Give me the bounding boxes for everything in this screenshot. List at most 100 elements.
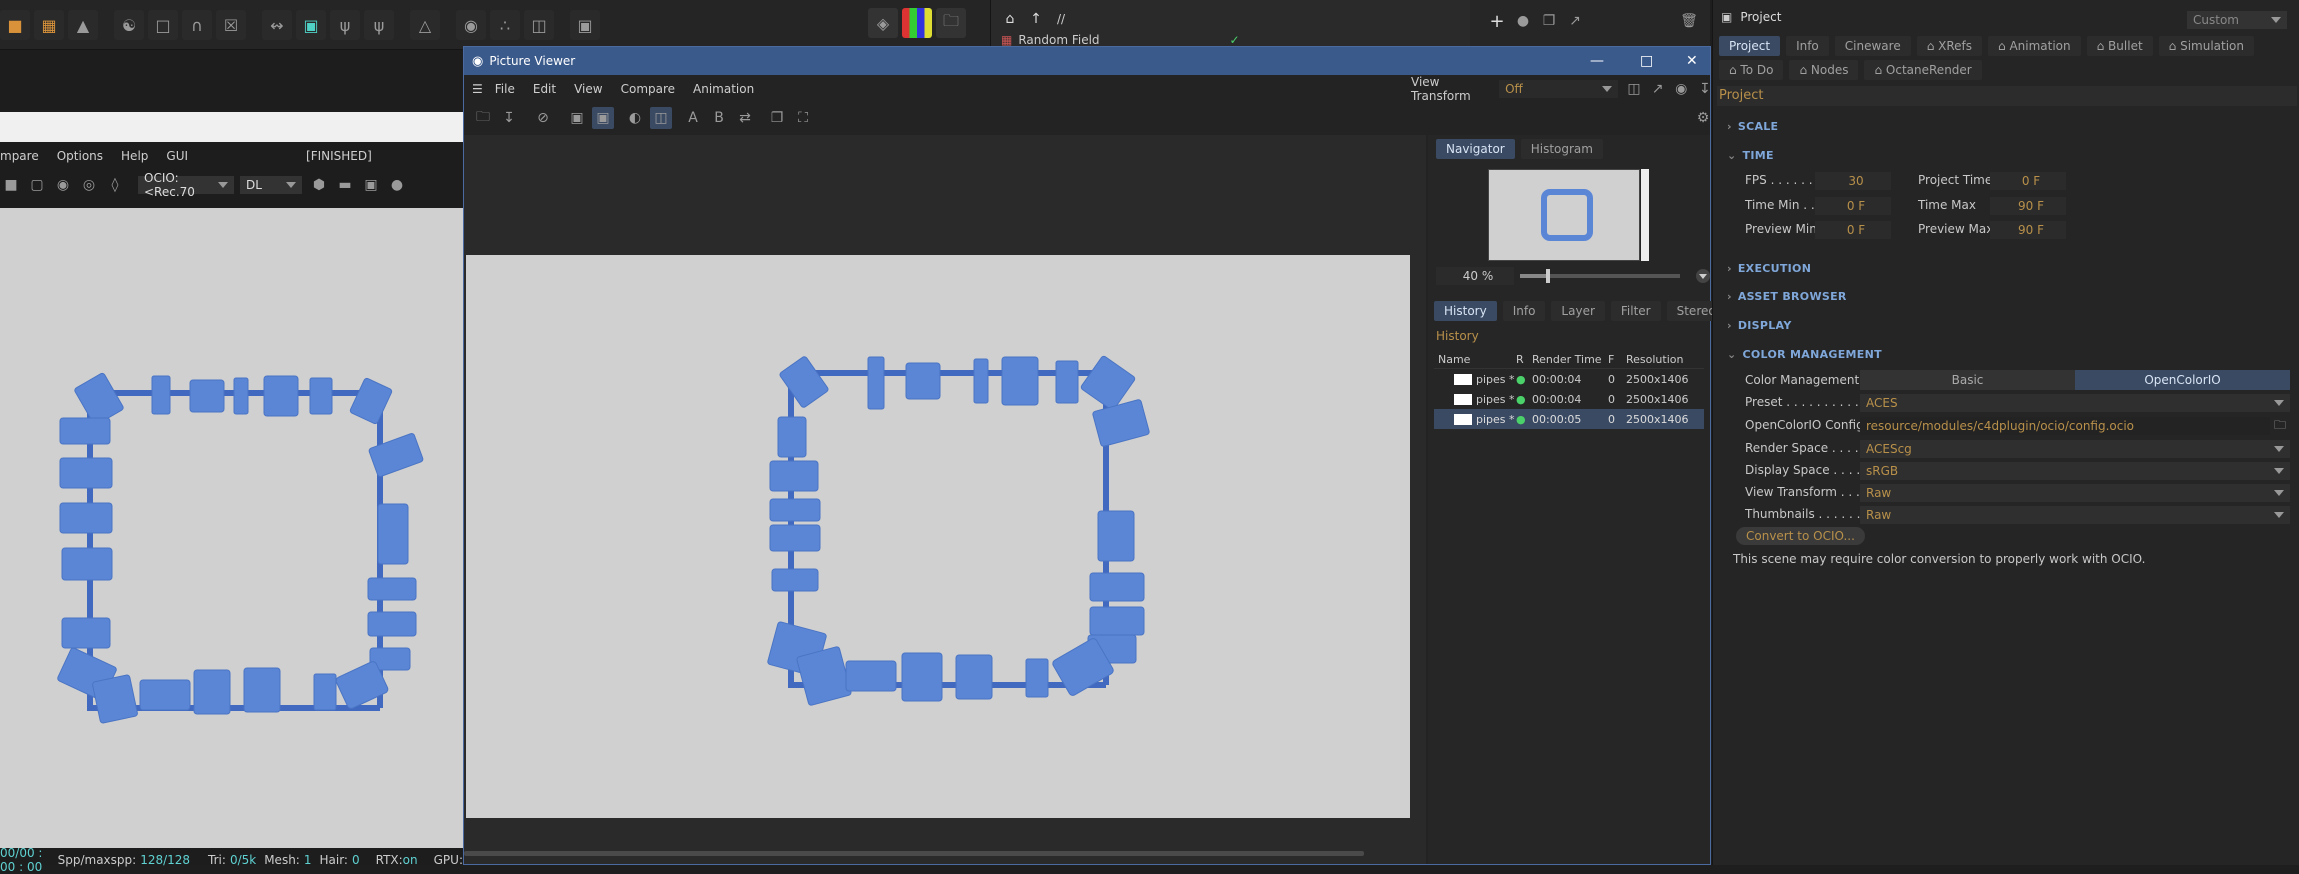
history-row[interactable]: pipes * ● 00:00:04 0 2500x1406: [1434, 369, 1704, 389]
view-transform-select[interactable]: Off: [1499, 80, 1619, 98]
b-button[interactable]: B: [708, 107, 730, 129]
close-icon[interactable]: ✕: [1686, 53, 1698, 69]
minimize-icon[interactable]: —: [1590, 53, 1604, 69]
time-min-field[interactable]: 0 F: [1815, 197, 1891, 215]
fork-icon[interactable]: ψ: [364, 10, 394, 40]
save-icon[interactable]: ↧: [498, 107, 520, 129]
stop-icon[interactable]: ■: [0, 174, 22, 196]
convert-ocio-button[interactable]: Convert to OCIO...: [1736, 527, 1865, 545]
display-space-select[interactable]: sRGB: [1860, 462, 2290, 480]
folder-icon[interactable]: 🗀: [936, 8, 966, 38]
edit-tool-icon[interactable]: ▦: [34, 10, 64, 40]
tab-history[interactable]: History: [1434, 301, 1497, 321]
pin-icon[interactable]: ◉: [52, 174, 74, 196]
color-grid-icon[interactable]: [902, 8, 932, 38]
ocio-config-field[interactable]: resource/modules/c4dplugin/ocio/config.o…: [1860, 417, 2270, 435]
zoom-field[interactable]: 40 %: [1436, 267, 1514, 285]
region-select-icon[interactable]: ▣: [566, 107, 588, 129]
tab-cineware[interactable]: Cineware: [1834, 36, 1911, 56]
bend-icon[interactable]: ∩: [182, 10, 212, 40]
cm-ocio-button[interactable]: OpenColorIO: [2075, 370, 2290, 390]
tab-todo[interactable]: ⌂ To Do: [1719, 60, 1784, 80]
tab-animation[interactable]: ⌂ Animation: [1988, 36, 2081, 56]
home-icon[interactable]: ⌂: [999, 8, 1021, 30]
menu-gui[interactable]: GUI: [166, 149, 188, 163]
zoom-menu-icon[interactable]: [1696, 269, 1710, 283]
menu-file[interactable]: File: [495, 82, 515, 96]
picture-viewer-titlebar[interactable]: ◉ Picture Viewer — □ ✕: [464, 47, 1710, 75]
globe-icon[interactable]: ◉: [1671, 78, 1691, 100]
up-arrow-icon[interactable]: ↑: [1025, 8, 1047, 30]
hamburger-icon[interactable]: ☰: [472, 82, 483, 96]
swap-icon[interactable]: ⇄: [734, 107, 756, 129]
zoom-slider[interactable]: [1520, 269, 1680, 283]
mirror-icon[interactable]: ◫: [524, 10, 554, 40]
zoom-slider-handle[interactable]: [1546, 269, 1550, 283]
light-tool-icon[interactable]: ▲: [68, 10, 98, 40]
region-active-icon[interactable]: ▣: [592, 107, 614, 129]
section-execution[interactable]: › EXECUTION: [1727, 262, 1811, 275]
tab-octanerender[interactable]: ⌂ OctaneRender: [1864, 60, 1982, 80]
tab-bullet[interactable]: ⌂ Bullet: [2086, 36, 2153, 56]
hexagon-icon[interactable]: ⬢: [308, 174, 330, 196]
points-icon[interactable]: ∴: [490, 10, 520, 40]
rect-icon[interactable]: ▬: [334, 174, 356, 196]
tab-navigator[interactable]: Navigator: [1436, 139, 1515, 159]
col-name[interactable]: Name: [1434, 353, 1516, 366]
tab-project[interactable]: Project: [1719, 36, 1781, 56]
cube-tool-icon[interactable]: ■: [0, 10, 30, 40]
menu-compare[interactable]: mpare: [0, 149, 39, 163]
mode-select[interactable]: Custom: [2187, 11, 2287, 29]
settings-icon[interactable]: ⚙: [1692, 107, 1714, 129]
deformer-icon[interactable]: ☯: [114, 10, 144, 40]
menu-compare[interactable]: Compare: [621, 82, 675, 96]
menu-animation[interactable]: Animation: [693, 82, 754, 96]
tab-nodes[interactable]: ⌂ Nodes: [1789, 60, 1859, 80]
ocio-select[interactable]: OCIO:<Rec.70: [138, 171, 234, 199]
region-icon[interactable]: ▢: [26, 174, 48, 196]
shield-icon[interactable]: ◊: [104, 174, 126, 196]
render-space-select[interactable]: ACEScg: [1860, 440, 2290, 458]
section-display[interactable]: › DISPLAY: [1727, 319, 1792, 332]
tab-filter[interactable]: Filter: [1610, 301, 1661, 321]
a-button[interactable]: A: [682, 107, 704, 129]
preset-select[interactable]: ACES: [1860, 394, 2290, 412]
circle-icon[interactable]: ●: [1512, 10, 1534, 32]
copy-icon[interactable]: ❐: [1538, 10, 1560, 32]
fps-field[interactable]: 30: [1815, 172, 1891, 190]
layout-icon[interactable]: ◈: [868, 8, 898, 38]
section-color-management[interactable]: ⌄ COLOR MANAGEMENT: [1727, 348, 1882, 361]
horizontal-scrollbar[interactable]: [464, 851, 1364, 856]
close-box-icon[interactable]: ☒: [216, 10, 246, 40]
stop-render-icon[interactable]: ⊘: [532, 107, 554, 129]
dot-icon[interactable]: ●: [386, 174, 408, 196]
preview-min-field[interactable]: 0 F: [1815, 221, 1891, 239]
menu-edit[interactable]: Edit: [533, 82, 556, 96]
cm-basic-button[interactable]: Basic: [1860, 370, 2075, 390]
add-icon[interactable]: +: [1486, 10, 1508, 32]
popout-icon[interactable]: ↗: [1648, 78, 1668, 100]
triangle-icon[interactable]: △: [410, 10, 440, 40]
camera-tool-icon[interactable]: ▣: [570, 10, 600, 40]
rendered-image[interactable]: [466, 255, 1410, 818]
menu-options[interactable]: Options: [57, 149, 103, 163]
cube-color-icon[interactable]: ▣: [296, 10, 326, 40]
sphere-icon[interactable]: ◉: [456, 10, 486, 40]
compare-ab-icon[interactable]: ◫: [650, 107, 672, 129]
fit-icon[interactable]: ⛶: [792, 107, 814, 129]
tab-xrefs[interactable]: ⌂ XRefs: [1916, 36, 1983, 56]
frame-icon[interactable]: □: [148, 10, 178, 40]
layer-icon[interactable]: ❐: [766, 107, 788, 129]
browse-folder-icon[interactable]: 🗀: [2274, 416, 2286, 437]
focus-icon[interactable]: ◎: [78, 174, 100, 196]
tab-simulation[interactable]: ⌂ Simulation: [2158, 36, 2255, 56]
maximize-icon[interactable]: □: [1640, 53, 1653, 69]
trash-icon[interactable]: 🗑: [1678, 10, 1700, 32]
dl-select[interactable]: DL: [240, 176, 302, 194]
check-icon[interactable]: ✓: [1230, 33, 1240, 47]
history-row-selected[interactable]: pipes * ● 00:00:05 0 2500x1406: [1434, 409, 1704, 429]
section-time[interactable]: ⌄ TIME: [1727, 149, 1774, 162]
random-field-label[interactable]: Random Field: [1018, 33, 1099, 47]
tab-histogram[interactable]: Histogram: [1520, 139, 1603, 159]
spline-icon[interactable]: ↭: [262, 10, 292, 40]
